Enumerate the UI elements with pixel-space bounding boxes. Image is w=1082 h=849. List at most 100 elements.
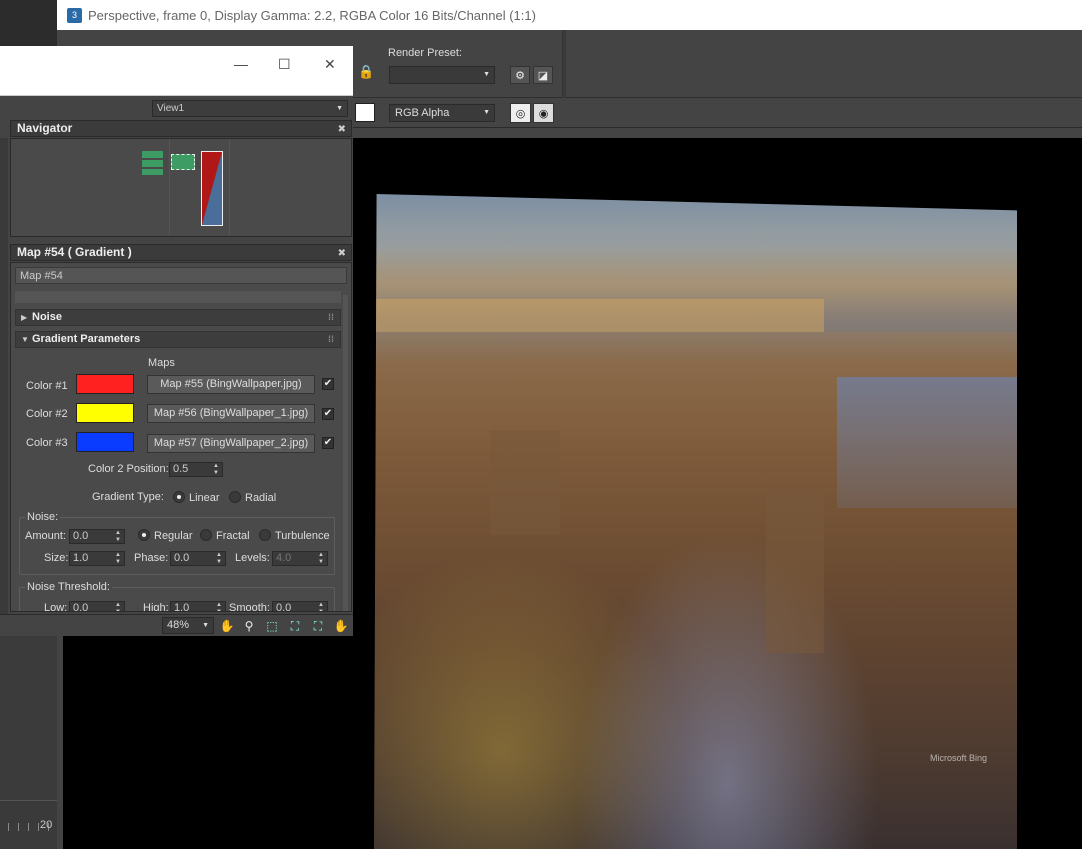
display-alpha-icon[interactable]: ◉	[533, 103, 554, 123]
channel-dropdown[interactable]: RGB Alpha ▼	[389, 104, 495, 122]
watermark-text: Microsoft Bing	[929, 753, 987, 763]
threshold-high-label: High:	[143, 602, 169, 612]
color2-map-button[interactable]: Map #56 (BingWallpaper_1.jpg)	[147, 404, 315, 423]
node-thumbnail-selected	[171, 154, 195, 170]
rollout-gradient-parameters[interactable]: ▼ Gradient Parameters ⁞⁞	[15, 331, 341, 348]
threshold-low-spinner[interactable]: 0.0 ▲ ▼	[69, 601, 125, 612]
image-structure	[766, 488, 825, 653]
zoom-extents-icon[interactable]: ⛶	[287, 618, 303, 634]
rollout-gradient-label: Gradient Parameters	[32, 333, 141, 345]
noise-regular-label: Regular	[154, 530, 193, 542]
material-editor-status-bar: 48% ▼ ✋ ⚲ ⬚ ⛶ ⛶ ✋	[0, 614, 353, 636]
node-view-edge	[0, 138, 8, 616]
maps-header: Maps	[148, 357, 175, 369]
threshold-smooth-spinner[interactable]: 0.0 ▲ ▼	[272, 601, 328, 612]
environment-effects-icon[interactable]: ◪	[533, 66, 553, 84]
gradient-type-label: Gradient Type:	[92, 491, 164, 503]
noise-group-label: Noise:	[25, 511, 61, 523]
color2-label: Color #2	[26, 408, 68, 420]
close-icon[interactable]: ✖	[338, 122, 346, 137]
render-setup-icon[interactable]: ⚙	[510, 66, 530, 84]
view-dropdown[interactable]: View1 ▼	[152, 100, 348, 117]
node-thumbnail	[201, 151, 223, 226]
display-rgb-icon[interactable]: ◎	[510, 103, 531, 123]
noise-group	[19, 517, 335, 575]
maximize-icon[interactable]: ☐	[278, 56, 291, 73]
noise-levels-label: Levels:	[235, 552, 270, 564]
noise-regular-radio[interactable]	[138, 529, 150, 541]
navigator-panel[interactable]	[10, 138, 352, 237]
chevron-right-icon: ▶	[21, 313, 28, 322]
noise-size-label: Size:	[44, 552, 69, 564]
noise-size-value: 1.0	[73, 552, 89, 564]
minimize-icon[interactable]: —	[234, 56, 248, 72]
gradient-type-radial-radio[interactable]	[229, 491, 241, 503]
noise-amount-label: Amount:	[25, 530, 66, 542]
gradient-type-radial-label: Radial	[245, 492, 277, 504]
background-color-swatch[interactable]	[355, 103, 375, 122]
material-editor-title-bar[interactable]: — ☐ ✕	[0, 46, 353, 96]
color2-position-spinner[interactable]: 0.5 ▲ ▼	[169, 462, 223, 477]
frame-window-title-bar[interactable]: 3 Perspective, frame 0, Display Gamma: 2…	[57, 0, 1082, 30]
navigator-header[interactable]: Navigator ✖	[10, 120, 352, 137]
noise-phase-spinner[interactable]: 0.0 ▲ ▼	[170, 551, 226, 566]
color1-label: Color #1	[26, 380, 68, 392]
threshold-high-spinner[interactable]: 1.0 ▲ ▼	[170, 601, 226, 612]
gradient-type-linear-radio[interactable]	[173, 491, 185, 503]
toolbar-separator	[562, 30, 566, 98]
gradient-type-linear-label: Linear	[189, 492, 220, 504]
scrollbar[interactable]	[343, 295, 348, 611]
chevron-down-icon: ▼	[21, 335, 29, 344]
lock-icon[interactable]: 🔒	[358, 64, 374, 82]
threshold-smooth-value: 0.0	[276, 602, 292, 612]
spinner-arrows-icon: ▲ ▼	[115, 552, 121, 565]
noise-levels-value: 4.0	[276, 552, 292, 564]
node-thumbnail	[142, 151, 163, 175]
zoom-icon[interactable]: ⚲	[241, 618, 257, 634]
color2-map-checkbox[interactable]: ✔	[322, 408, 334, 420]
zoom-dropdown[interactable]: 48% ▼	[162, 617, 214, 634]
noise-levels-spinner[interactable]: 4.0 ▲ ▼	[272, 551, 328, 566]
threshold-low-value: 0.0	[73, 602, 89, 612]
color3-map-button[interactable]: Map #57 (BingWallpaper_2.jpg)	[147, 434, 315, 453]
color1-map-checkbox[interactable]: ✔	[322, 378, 334, 390]
render-preset-label: Render Preset:	[388, 47, 462, 59]
zoom-region-icon[interactable]: ⬚	[264, 618, 280, 634]
rendered-image: Microsoft Bing	[374, 194, 1017, 849]
noise-size-spinner[interactable]: 1.0 ▲ ▼	[69, 551, 125, 566]
color2-position-label: Color 2 Position:	[88, 463, 169, 475]
noise-fractal-radio[interactable]	[200, 529, 212, 541]
close-icon[interactable]: ✕	[324, 56, 336, 73]
noise-turbulence-radio[interactable]	[259, 529, 271, 541]
noise-amount-spinner[interactable]: 0.0 ▲ ▼	[69, 529, 125, 544]
map-panel-header[interactable]: Map #54 ( Gradient ) ✖	[10, 244, 352, 261]
rollout-grip-icon: ⁞⁞	[328, 312, 334, 322]
threshold-high-value: 1.0	[174, 602, 190, 612]
color1-map-button[interactable]: Map #55 (BingWallpaper.jpg)	[147, 375, 315, 394]
color2-position-value: 0.5	[173, 463, 189, 475]
color3-label: Color #3	[26, 437, 68, 449]
zoom-value: 48%	[167, 619, 190, 631]
color3-map-checkbox[interactable]: ✔	[322, 437, 334, 449]
render-preset-dropdown[interactable]: ▼	[389, 66, 495, 84]
timeline-ruler[interactable]: 20	[0, 800, 57, 849]
spinner-arrows-icon: ▲ ▼	[216, 602, 222, 612]
pan-to-selected-icon[interactable]: ✋	[333, 618, 349, 634]
color1-swatch[interactable]	[76, 374, 134, 394]
spinner-arrows-icon: ▲ ▼	[115, 530, 121, 543]
left-top-bar	[0, 0, 57, 46]
spinner-arrows-icon: ▲ ▼	[216, 552, 222, 565]
color2-swatch[interactable]	[76, 403, 134, 423]
spinner-arrows-icon: ▲ ▼	[318, 552, 324, 565]
color3-swatch[interactable]	[76, 432, 134, 452]
noise-fractal-label: Fractal	[216, 530, 250, 542]
pan-hand-icon[interactable]: ✋	[219, 618, 235, 634]
noise-amount-value: 0.0	[73, 530, 89, 542]
image-haze	[836, 377, 1017, 509]
close-icon[interactable]: ✖	[338, 246, 346, 261]
map-name-input[interactable]: Map #54	[15, 267, 347, 284]
zoom-extents-selected-icon[interactable]: ⛶	[310, 618, 326, 634]
threshold-smooth-label: Smooth:	[229, 602, 270, 612]
rollout-noise[interactable]: ▶ Noise ⁞⁞	[15, 309, 341, 326]
navigator-frame-line	[169, 139, 170, 236]
